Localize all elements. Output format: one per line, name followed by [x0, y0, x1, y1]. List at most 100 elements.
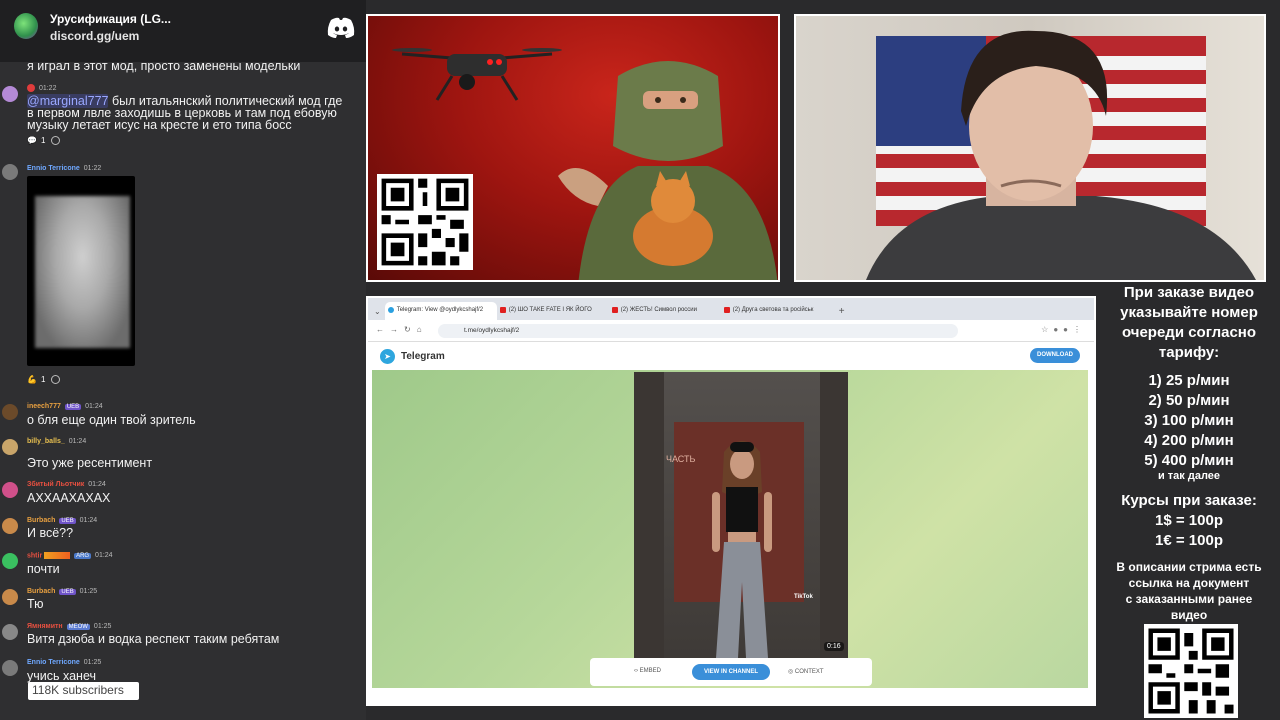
avatar[interactable]: [2, 404, 18, 420]
message-meta: Burbach UEB 01:25: [27, 588, 97, 595]
username[interactable]: Ennio Terricone: [27, 659, 80, 666]
message-time: 01:24: [95, 552, 113, 560]
telegram-favicon-icon: [387, 307, 394, 313]
chat-panel: Урусификация (LG... discord.gg/uem я игр…: [0, 0, 366, 720]
telegram-site-name[interactable]: Telegram: [401, 351, 445, 362]
avatar[interactable]: [2, 589, 18, 605]
tab-youtube-3[interactable]: (2) Другa светова та російськ: [721, 302, 833, 320]
telegram-logo-icon[interactable]: ➤: [380, 349, 395, 364]
message-time: 01:22: [38, 84, 57, 92]
message-time: 01:24: [85, 403, 103, 410]
message-meta: 01:22: [27, 84, 56, 92]
avatar[interactable]: [2, 660, 18, 676]
telegram-header: [368, 342, 1094, 370]
rate-item: 1$ = 100р: [1155, 512, 1223, 529]
discord-invite-link[interactable]: discord.gg/uem: [50, 29, 139, 43]
user-badge: ARG: [74, 553, 92, 560]
message-text: о бля еще один твой зритель: [27, 413, 196, 427]
tab-label: (2) Другa светова та російськ: [732, 307, 814, 313]
promo-art-panel: [366, 14, 780, 282]
avatar[interactable]: [2, 624, 18, 640]
info-heading-line: тарифу:: [1158, 344, 1220, 361]
context-label: CONTEXT: [794, 669, 824, 675]
avatar[interactable]: [2, 518, 18, 534]
message-time: 01:24: [79, 517, 98, 524]
username[interactable]: ineech777: [27, 403, 61, 410]
video-frame: [35, 196, 130, 348]
webcam-feed: [794, 14, 1266, 282]
reaction-bar: 💬 1: [27, 136, 61, 145]
message-text: АХХААХАХАХ: [27, 491, 111, 505]
username[interactable]: Burbach: [27, 517, 55, 524]
tab-telegram[interactable]: Telegram: View @oydlykcshajf/2: [384, 302, 497, 320]
note-line: В описании стрима есть: [1116, 560, 1262, 574]
post-action-bar: ‹› EMBED VIEW IN CHANNEL ◎ CONTEXT: [590, 658, 872, 686]
youtube-favicon-icon: [499, 307, 506, 313]
message-text: Тю: [27, 597, 44, 611]
username[interactable]: Ямнямитн: [27, 623, 63, 630]
add-reaction-icon[interactable]: [51, 136, 61, 145]
avatar[interactable]: [2, 482, 18, 498]
new-tab-button[interactable]: +: [839, 306, 845, 317]
note-line: видео: [1170, 608, 1208, 622]
reaction-chip[interactable]: 💬 1: [27, 136, 45, 145]
message-text-line3: музыку летает исус на кресте и ето типа …: [27, 118, 292, 132]
server-avatar: [14, 13, 38, 39]
discord-logo-icon: [327, 17, 355, 38]
message-time: 01:24: [68, 438, 87, 445]
embed-button[interactable]: ‹› EMBED: [634, 668, 661, 674]
view-in-channel-button[interactable]: VIEW IN CHANNEL: [692, 664, 770, 680]
message-text: И всё??: [27, 526, 74, 540]
discord-banner[interactable]: Урусификация (LG... discord.gg/uem: [0, 0, 366, 62]
download-button[interactable]: DOWNLOAD: [1030, 348, 1080, 363]
tab-youtube-1[interactable]: (2) ШО ТАКЕ FATE І ЯК ЙОГО: [497, 302, 609, 320]
user-badge: UEB: [64, 404, 82, 410]
badge-icon: [27, 84, 35, 92]
username[interactable]: Burbach: [27, 588, 55, 595]
message-text: почти: [27, 562, 60, 576]
video-attachment[interactable]: [27, 176, 135, 366]
message-time: 01:25: [83, 659, 102, 666]
tariff-item: 4) 200 р/мин: [1144, 432, 1234, 449]
url-field[interactable]: t.me/oydlykcshajf/2: [438, 324, 958, 338]
username[interactable]: shtir: [27, 552, 42, 559]
nav-buttons[interactable]: ←→↻⌂: [376, 325, 428, 334]
avatar[interactable]: [2, 439, 18, 455]
message-meta: Ennio Terricone 01:25: [27, 659, 101, 666]
extension-icons[interactable]: ☆●●⋮: [1041, 325, 1086, 334]
message-meta: Burbach UEB 01:24: [27, 517, 97, 524]
add-reaction-icon[interactable]: [51, 375, 61, 384]
info-heading-line: очереди согласно: [1121, 324, 1257, 341]
post-video[interactable]: ЧАСТЬ TikTok 0:16: [634, 372, 848, 658]
message-time: 01:25: [79, 588, 98, 595]
tab-search-icon[interactable]: ⌄: [374, 307, 381, 316]
youtube-favicon-icon: [723, 307, 730, 313]
username[interactable]: billy_balls_: [27, 438, 65, 445]
message-text: Витя дзюба и водка респект таким ребятам: [27, 632, 280, 646]
message-meta: Ennio Terricone 01:22: [27, 165, 101, 172]
avatar[interactable]: [2, 164, 18, 180]
username[interactable]: Збитый Льотчик: [27, 481, 84, 488]
avatar[interactable]: [2, 553, 18, 569]
avatar[interactable]: [2, 86, 18, 102]
webcam-scene: [866, 30, 1256, 280]
user-badge: MEOW: [66, 624, 90, 630]
speech-bubble-icon: 💬: [27, 136, 37, 145]
embed-label: EMBED: [639, 668, 662, 674]
tab-youtube-2[interactable]: (2) ЖЕСТЬ! Символ россии: [609, 302, 721, 320]
username[interactable]: Ennio Terricone: [27, 165, 80, 172]
dancer-figure: [712, 441, 772, 658]
message-time: 01:25: [93, 623, 112, 630]
context-button[interactable]: ◎ CONTEXT: [788, 668, 824, 675]
message-text: Это уже ресентимент: [27, 456, 153, 470]
reaction-count: 1: [40, 375, 46, 384]
qr-code-icon: [377, 174, 473, 270]
soldier-illustration: [558, 61, 778, 280]
user-badge: UEB: [59, 518, 76, 524]
info-heading-line: указывайте номер: [1120, 304, 1258, 321]
message-text: учись ханеч: [27, 669, 96, 683]
note-line: ссылка на документ: [1128, 576, 1250, 590]
reaction-chip[interactable]: 💪 1: [27, 375, 45, 384]
browser-window: ⌄ Telegram: View @oydlykcshajf/2 (2) ШО …: [366, 296, 1096, 706]
tariff-item: 5) 400 р/мин: [1144, 452, 1234, 469]
